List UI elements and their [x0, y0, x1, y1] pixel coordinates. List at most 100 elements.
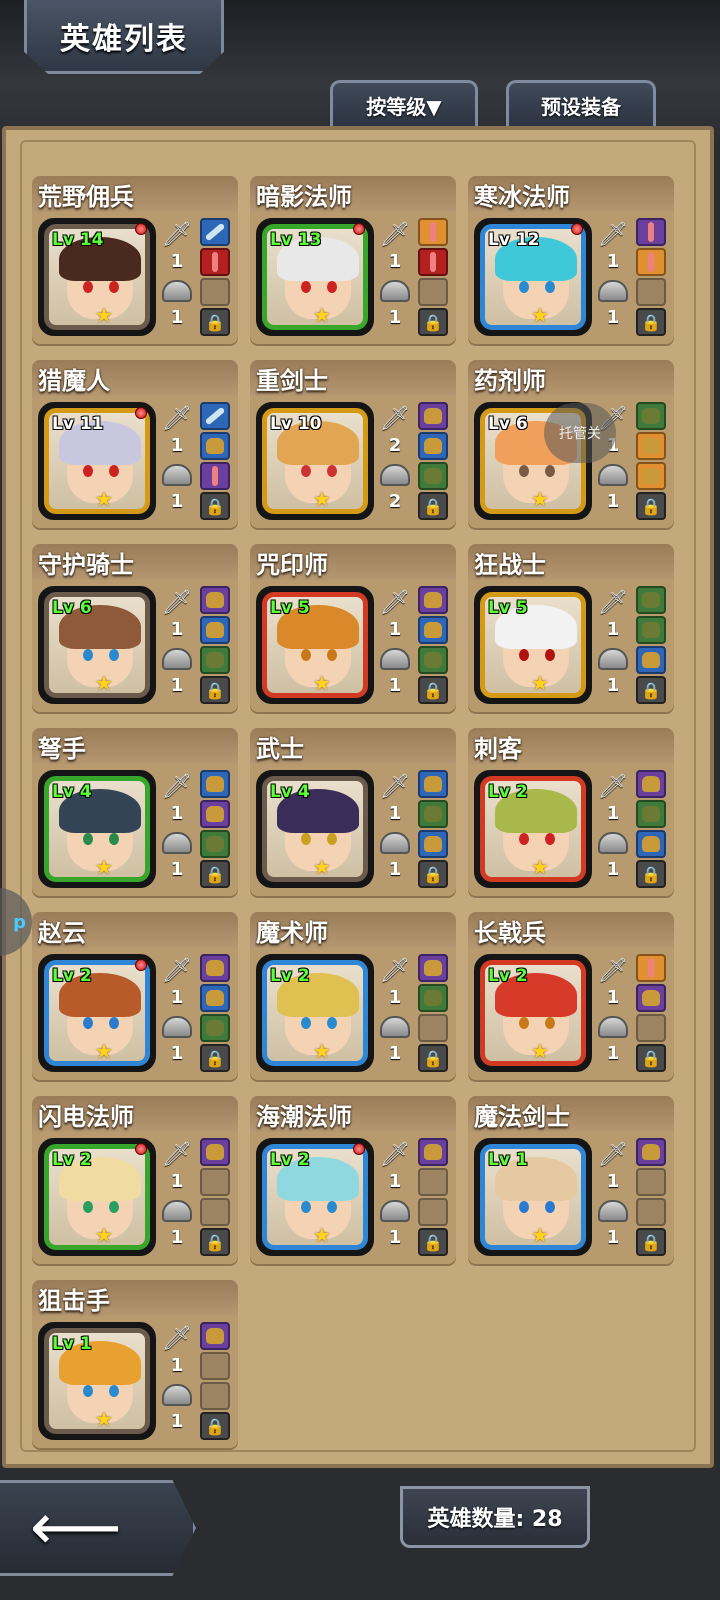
equipment-slot[interactable]	[200, 278, 230, 306]
hero-portrait[interactable]: Lv 4 ★	[256, 770, 374, 888]
equipment-slot[interactable]	[418, 770, 448, 798]
equipment-slot[interactable]	[200, 1382, 230, 1410]
locked-slot[interactable]: 🔒	[636, 1044, 666, 1072]
hero-card[interactable]: 暗影法师 Lv 13 ★ 🗡 1 1 🔒	[250, 176, 456, 344]
equipment-slot[interactable]	[200, 646, 230, 674]
locked-slot[interactable]: 🔒	[200, 860, 230, 888]
equipment-slot[interactable]	[200, 1014, 230, 1042]
equipment-slot[interactable]	[200, 248, 230, 276]
equipment-slot[interactable]	[200, 954, 230, 982]
equipment-slot[interactable]	[636, 1168, 666, 1196]
equipment-slot[interactable]	[636, 616, 666, 644]
hero-portrait[interactable]: Lv 12 ★	[474, 218, 592, 336]
equipment-slot[interactable]	[200, 830, 230, 858]
equipment-slot[interactable]	[418, 402, 448, 430]
equipment-slot[interactable]	[418, 586, 448, 614]
hero-card[interactable]: 武士 Lv 4 ★ 🗡 1 1 🔒	[250, 728, 456, 896]
hero-card[interactable]: 寒冰法师 Lv 12 ★ 🗡 1 1 🔒	[468, 176, 674, 344]
back-button[interactable]: ⟵	[0, 1480, 196, 1576]
auto-play-bubble[interactable]: 托管关	[544, 403, 616, 463]
hero-card[interactable]: 弩手 Lv 4 ★ 🗡 1 1 🔒	[32, 728, 238, 896]
equipment-slot[interactable]	[200, 1168, 230, 1196]
hero-portrait[interactable]: Lv 2 ★	[256, 1138, 374, 1256]
hero-portrait[interactable]: Lv 14 ★	[38, 218, 156, 336]
locked-slot[interactable]: 🔒	[636, 676, 666, 704]
equipment-slot[interactable]	[418, 248, 448, 276]
hero-card[interactable]: 猎魔人 Lv 11 ★ 🗡 1 1 🔒	[32, 360, 238, 528]
equipment-slot[interactable]	[200, 616, 230, 644]
equipment-slot[interactable]	[636, 432, 666, 460]
equipment-slot[interactable]	[418, 462, 448, 490]
locked-slot[interactable]: 🔒	[200, 308, 230, 336]
hero-portrait[interactable]: Lv 5 ★	[474, 586, 592, 704]
hero-portrait[interactable]: Lv 2 ★	[38, 1138, 156, 1256]
hero-portrait[interactable]: Lv 2 ★	[474, 954, 592, 1072]
equipment-slot[interactable]	[636, 830, 666, 858]
locked-slot[interactable]: 🔒	[200, 1044, 230, 1072]
equipment-slot[interactable]	[200, 1198, 230, 1226]
equipment-slot[interactable]	[636, 462, 666, 490]
hero-portrait[interactable]: Lv 5 ★	[256, 586, 374, 704]
hero-card[interactable]: 荒野佣兵 Lv 14 ★ 🗡 1 1 🔒	[32, 176, 238, 344]
hero-card[interactable]: 守护骑士 Lv 6 ★ 🗡 1 1 🔒	[32, 544, 238, 712]
locked-slot[interactable]: 🔒	[418, 1228, 448, 1256]
hero-card[interactable]: 魔法剑士 Lv 1 ★ 🗡 1 1 🔒	[468, 1096, 674, 1264]
equipment-slot[interactable]	[200, 770, 230, 798]
equipment-slot[interactable]	[636, 1198, 666, 1226]
equipment-slot[interactable]	[418, 800, 448, 828]
equipment-slot[interactable]	[636, 1014, 666, 1042]
preset-equipment-button[interactable]: 预设装备	[506, 80, 656, 128]
equipment-slot[interactable]	[636, 402, 666, 430]
hero-card[interactable]: 咒印师 Lv 5 ★ 🗡 1 1 🔒	[250, 544, 456, 712]
hero-portrait[interactable]: Lv 13 ★	[256, 218, 374, 336]
hero-portrait[interactable]: Lv 2 ★	[256, 954, 374, 1072]
locked-slot[interactable]: 🔒	[418, 1044, 448, 1072]
equipment-slot[interactable]	[636, 218, 666, 246]
hero-portrait[interactable]: Lv 4 ★	[38, 770, 156, 888]
locked-slot[interactable]: 🔒	[418, 676, 448, 704]
hero-card[interactable]: 闪电法师 Lv 2 ★ 🗡 1 1 🔒	[32, 1096, 238, 1264]
equipment-slot[interactable]	[418, 954, 448, 982]
sort-by-level-button[interactable]: 按等级▼	[330, 80, 478, 128]
hero-card[interactable]: 魔术师 Lv 2 ★ 🗡 1 1 🔒	[250, 912, 456, 1080]
equipment-slot[interactable]	[200, 1352, 230, 1380]
hero-card[interactable]: 赵云 Lv 2 ★ 🗡 1 1 🔒	[32, 912, 238, 1080]
hero-portrait[interactable]: Lv 2 ★	[38, 954, 156, 1072]
equipment-slot[interactable]	[636, 984, 666, 1012]
equipment-slot[interactable]	[200, 432, 230, 460]
equipment-slot[interactable]	[636, 278, 666, 306]
equipment-slot[interactable]	[200, 402, 230, 430]
hero-portrait[interactable]: Lv 1 ★	[38, 1322, 156, 1440]
equipment-slot[interactable]	[418, 646, 448, 674]
equipment-slot[interactable]	[418, 616, 448, 644]
hero-card[interactable]: 海潮法师 Lv 2 ★ 🗡 1 1 🔒	[250, 1096, 456, 1264]
equipment-slot[interactable]	[200, 1322, 230, 1350]
locked-slot[interactable]: 🔒	[636, 1228, 666, 1256]
locked-slot[interactable]: 🔒	[200, 1412, 230, 1440]
equipment-slot[interactable]	[636, 800, 666, 828]
equipment-slot[interactable]	[200, 984, 230, 1012]
equipment-slot[interactable]	[418, 1198, 448, 1226]
locked-slot[interactable]: 🔒	[636, 492, 666, 520]
equipment-slot[interactable]	[418, 984, 448, 1012]
hero-portrait[interactable]: Lv 11 ★	[38, 402, 156, 520]
locked-slot[interactable]: 🔒	[636, 860, 666, 888]
equipment-slot[interactable]	[636, 646, 666, 674]
equipment-slot[interactable]	[418, 278, 448, 306]
locked-slot[interactable]: 🔒	[418, 860, 448, 888]
equipment-slot[interactable]	[418, 1014, 448, 1042]
equipment-slot[interactable]	[636, 954, 666, 982]
equipment-slot[interactable]	[200, 218, 230, 246]
locked-slot[interactable]: 🔒	[200, 1228, 230, 1256]
equipment-slot[interactable]	[636, 1138, 666, 1166]
hero-portrait[interactable]: Lv 2 ★	[474, 770, 592, 888]
equipment-slot[interactable]	[200, 586, 230, 614]
hero-card[interactable]: 狂战士 Lv 5 ★ 🗡 1 1 🔒	[468, 544, 674, 712]
hero-portrait[interactable]: Lv 1 ★	[474, 1138, 592, 1256]
equipment-slot[interactable]	[418, 218, 448, 246]
equipment-slot[interactable]	[200, 800, 230, 828]
equipment-slot[interactable]	[200, 1138, 230, 1166]
hero-portrait[interactable]: Lv 6 ★	[38, 586, 156, 704]
equipment-slot[interactable]	[636, 586, 666, 614]
hero-portrait[interactable]: Lv 10 ★	[256, 402, 374, 520]
